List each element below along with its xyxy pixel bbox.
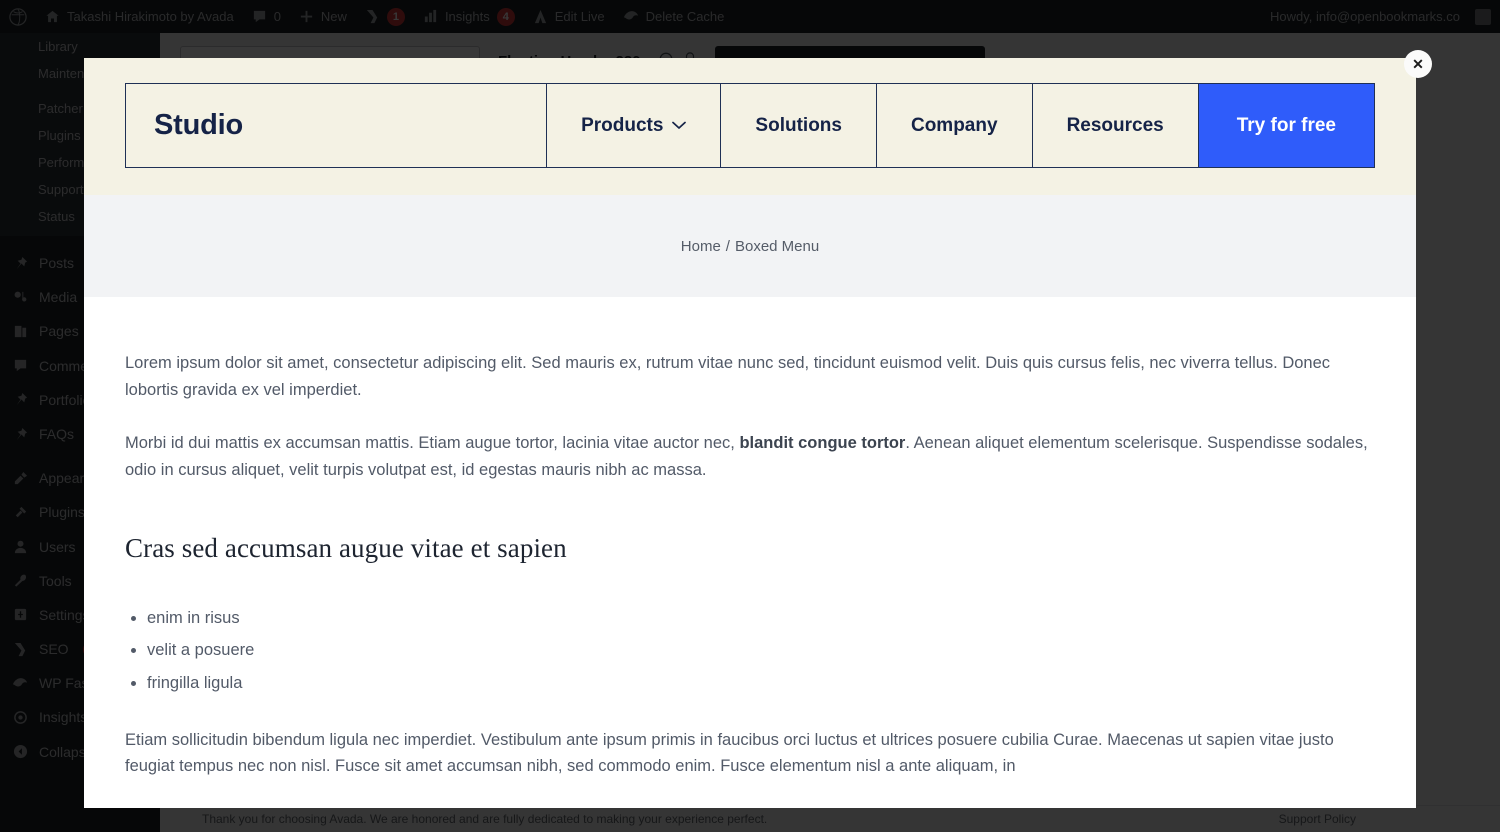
chevron-down-icon bbox=[672, 121, 687, 130]
article-content: Lorem ipsum dolor sit amet, consectetur … bbox=[84, 297, 1416, 780]
nav-label: Solutions bbox=[755, 114, 842, 136]
boxed-menu: Studio Products Solutions Company Resour… bbox=[125, 83, 1375, 168]
paragraph-3: Etiam sollicitudin bibendum ligula nec i… bbox=[125, 730, 1334, 776]
paragraph-2-bold: blandit congue tortor bbox=[739, 434, 906, 453]
nav-item-products[interactable]: Products bbox=[547, 84, 722, 167]
site-header: Studio Products Solutions Company Resour… bbox=[84, 58, 1416, 195]
nav-item-solutions[interactable]: Solutions bbox=[721, 84, 877, 167]
paragraph-2: Morbi id dui mattis ex accumsan mattis. … bbox=[125, 430, 1375, 483]
nav-item-company[interactable]: Company bbox=[877, 84, 1033, 167]
paragraph-2-before: Morbi id dui mattis ex accumsan mattis. … bbox=[125, 434, 740, 453]
close-icon[interactable]: ✕ bbox=[1404, 50, 1432, 78]
try-for-free-button[interactable]: Try for free bbox=[1198, 84, 1374, 167]
paragraph-1: Lorem ipsum dolor sit amet, consectetur … bbox=[125, 354, 1331, 399]
feature-list: enim in risus velit a posuere fringilla … bbox=[147, 605, 1375, 697]
breadcrumb: Home / Boxed Menu bbox=[84, 195, 1416, 297]
nav-label: Company bbox=[910, 114, 998, 136]
breadcrumb-home-link[interactable]: Home bbox=[681, 238, 721, 255]
nav-label: Products bbox=[581, 114, 664, 136]
list-item: velit a posuere bbox=[147, 637, 1375, 664]
list-item: fringilla ligula bbox=[147, 670, 1375, 697]
list-item: enim in risus bbox=[147, 605, 1375, 632]
preview-modal: Studio Products Solutions Company Resour… bbox=[84, 58, 1416, 808]
brand-logo[interactable]: Studio bbox=[126, 84, 548, 167]
breadcrumb-separator: / bbox=[725, 237, 730, 255]
nav-item-resources[interactable]: Resources bbox=[1033, 84, 1199, 167]
breadcrumb-current: Boxed Menu bbox=[734, 237, 820, 255]
nav-label: Resources bbox=[1066, 114, 1164, 136]
section-heading: Cras sed accumsan augue vitae et sapien bbox=[125, 532, 567, 563]
